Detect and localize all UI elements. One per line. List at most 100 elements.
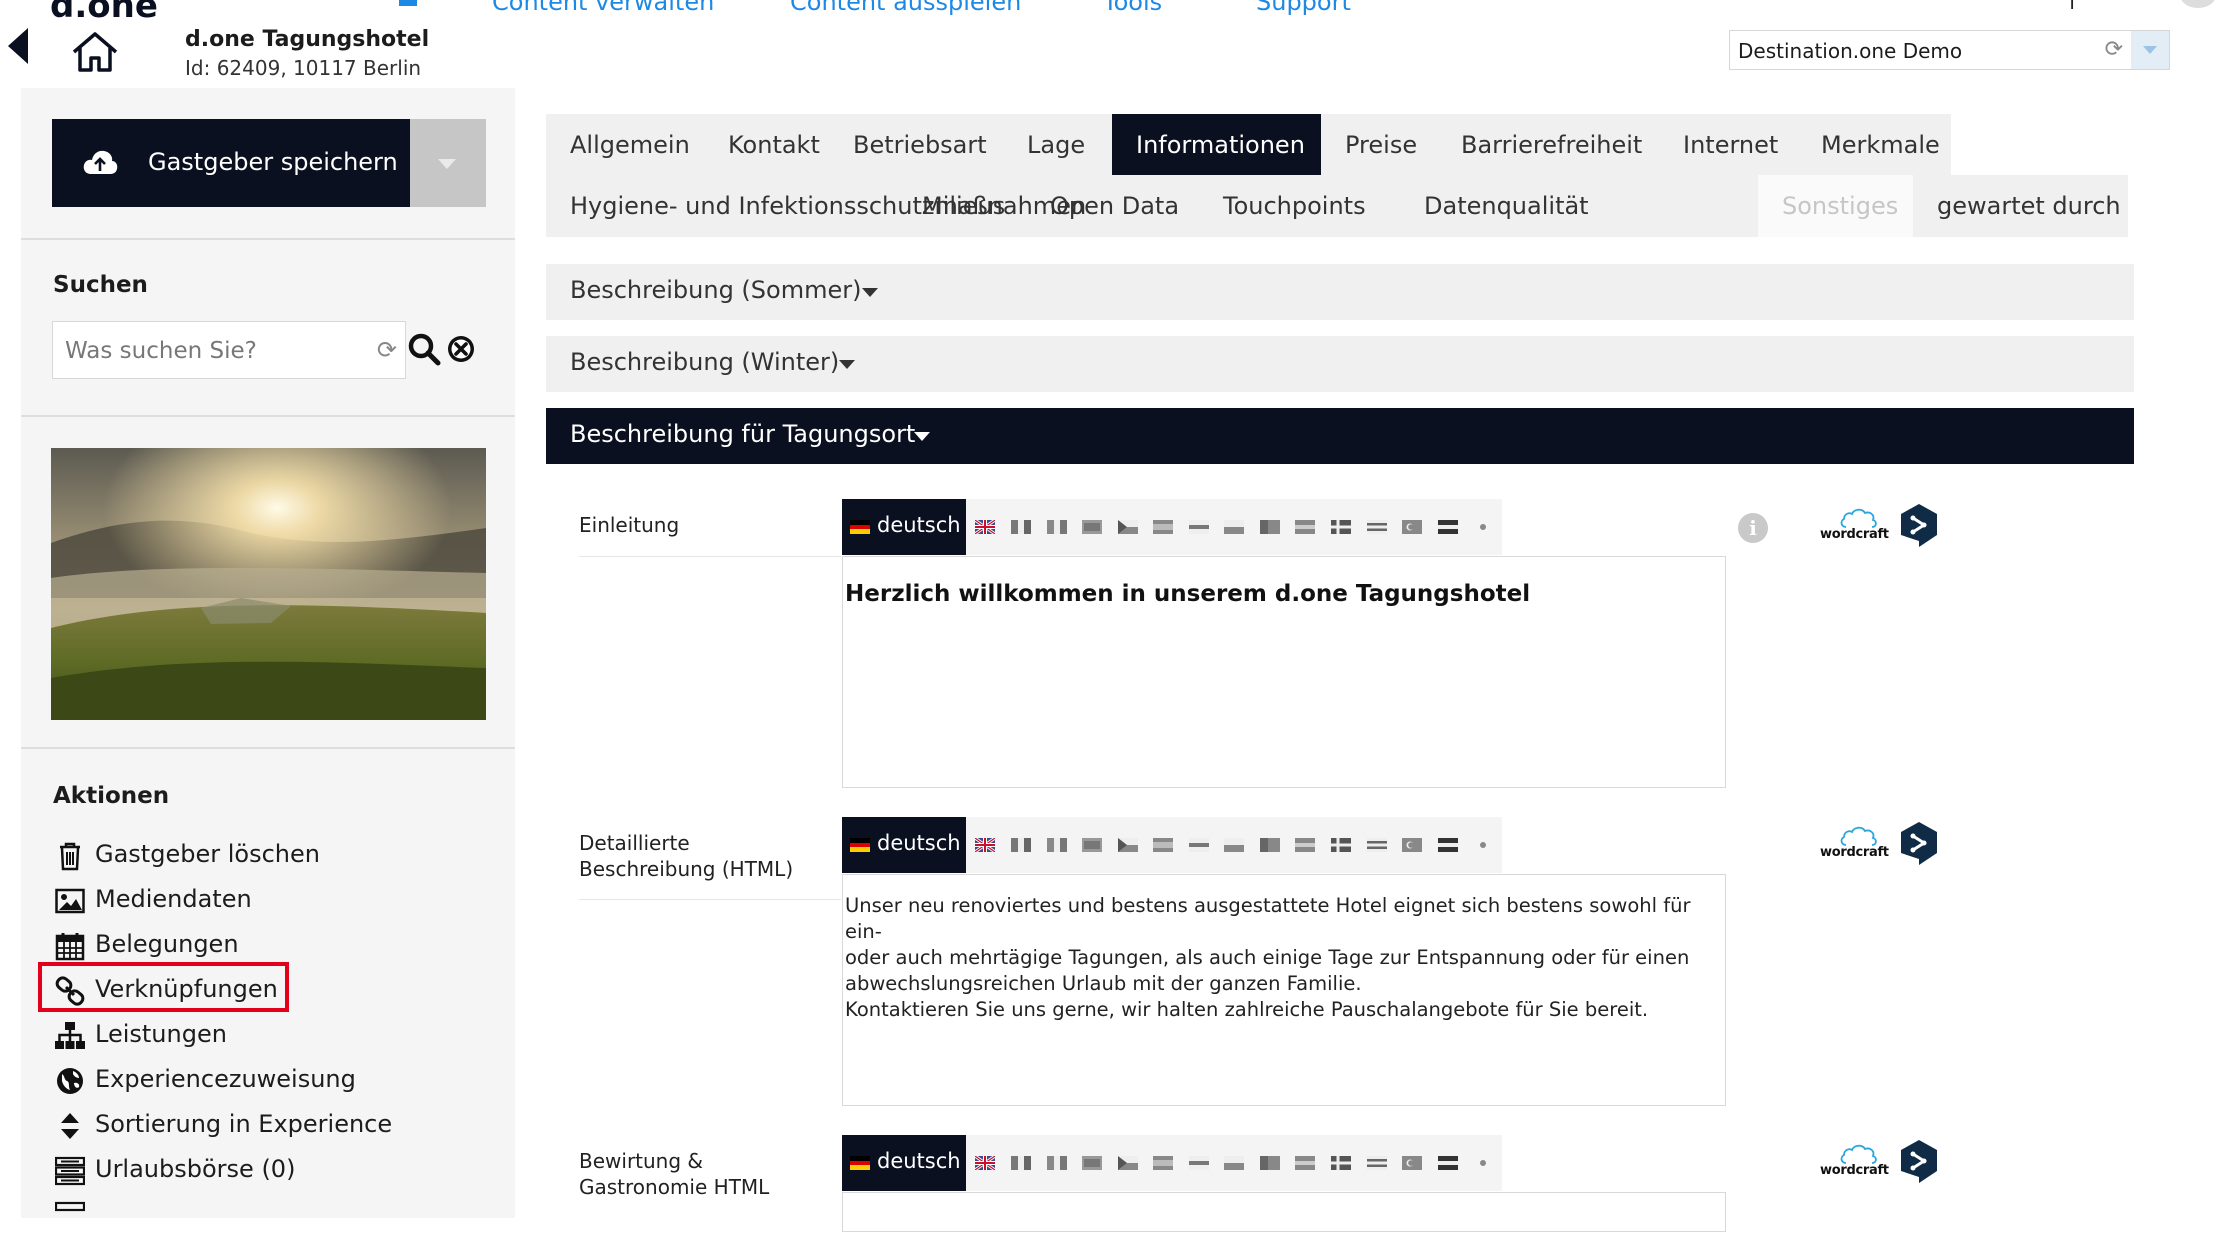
flag-hr-icon[interactable] <box>1438 520 1458 534</box>
accordion-summer[interactable]: Beschreibung (Sommer) <box>546 264 2134 320</box>
clear-search-icon[interactable] <box>444 332 478 366</box>
nav-support[interactable]: Support <box>1256 0 1351 16</box>
home-icon[interactable] <box>70 30 120 74</box>
language-tab-deutsch[interactable]: deutsch <box>842 817 966 873</box>
destination-select[interactable]: Destination.one Demo ⟳ <box>1729 30 2170 70</box>
tab-informationen[interactable]: Informationen <box>1112 114 1321 176</box>
info-icon[interactable]: i <box>1738 513 1768 543</box>
flag-fr-icon[interactable] <box>1011 1156 1031 1170</box>
flag-tr-icon[interactable] <box>1402 520 1422 534</box>
flag-ru-icon[interactable] <box>1189 520 1209 534</box>
tab-open-data[interactable]: Open Data <box>1026 175 1203 237</box>
flag-nl-icon[interactable] <box>1082 520 1102 534</box>
more-languages-icon[interactable] <box>1473 520 1493 534</box>
chevron-down-icon[interactable] <box>2131 31 2169 69</box>
host-photo[interactable] <box>51 448 486 720</box>
nav-content-ausspielen[interactable]: Content ausspielen <box>790 0 1021 16</box>
save-host-label: Gastgeber speichern <box>148 148 398 176</box>
app-logo[interactable]: d.one <box>50 0 158 26</box>
tab-merkmale[interactable]: Merkmale <box>1797 114 1964 176</box>
flag-it-icon[interactable] <box>1047 520 1067 534</box>
flag-nl-icon[interactable] <box>1082 838 1102 852</box>
flag-dk-icon[interactable] <box>1331 520 1351 534</box>
flag-fr-icon[interactable] <box>1011 838 1031 852</box>
search-input[interactable] <box>53 322 367 380</box>
flag-it-icon[interactable] <box>1047 1156 1067 1170</box>
flag-es-icon[interactable] <box>1153 520 1173 534</box>
deepl-translate-icon[interactable] <box>1899 1139 1939 1185</box>
flag-se-icon[interactable] <box>1367 520 1387 534</box>
language-tab-deutsch[interactable]: deutsch <box>842 499 966 555</box>
flag-cz-icon[interactable] <box>1118 1156 1138 1170</box>
tab-kontakt[interactable]: Kontakt <box>704 114 844 176</box>
nav-content-verwalten[interactable]: Content verwalten <box>492 0 714 16</box>
accordion-conference-venue[interactable]: Beschreibung für Tagungsort <box>546 408 2134 464</box>
field-separator <box>579 556 841 557</box>
tab-lage[interactable]: Lage <box>1003 114 1109 176</box>
tab-gewartet-durch[interactable]: gewartet durch <box>1913 175 2145 237</box>
language-label: deutsch <box>877 513 961 537</box>
flag-fr-icon[interactable] <box>1011 520 1031 534</box>
flag-pt-icon[interactable] <box>1260 838 1280 852</box>
flag-pl-icon[interactable] <box>1224 1156 1244 1170</box>
more-languages-icon[interactable] <box>1473 1156 1493 1170</box>
back-arrow-icon[interactable] <box>8 28 28 64</box>
deepl-translate-icon[interactable] <box>1899 503 1939 549</box>
tab-internet[interactable]: Internet <box>1659 114 1802 176</box>
flag-cz-icon[interactable] <box>1118 520 1138 534</box>
user-avatar[interactable] <box>2180 0 2216 8</box>
flag-pl-icon[interactable] <box>1224 838 1244 852</box>
flag-en-icon[interactable] <box>975 838 995 852</box>
nav-tools[interactable]: Tools <box>1103 0 1162 16</box>
cloud-icon <box>1840 826 1877 846</box>
flag-dk-icon[interactable] <box>1331 1156 1351 1170</box>
flag-ru-icon[interactable] <box>1189 1156 1209 1170</box>
flag-dk-icon[interactable] <box>1331 838 1351 852</box>
flag-tr-icon[interactable] <box>1402 838 1422 852</box>
flag-pt-icon[interactable] <box>1260 1156 1280 1170</box>
flag-pl-icon[interactable] <box>1224 520 1244 534</box>
refresh-icon[interactable]: ⟳ <box>2105 37 2123 62</box>
flag-hu-icon[interactable] <box>1295 520 1315 534</box>
tab-sonstiges[interactable]: Sonstiges <box>1758 175 1913 237</box>
flag-se-icon[interactable] <box>1367 1156 1387 1170</box>
tab-datenqualitaet[interactable]: Datenqualität <box>1400 175 1613 237</box>
deepl-translate-icon[interactable] <box>1899 821 1939 867</box>
flag-en-icon[interactable] <box>975 1156 995 1170</box>
language-tab-deutsch[interactable]: deutsch <box>842 1135 966 1191</box>
action-label: Gastgeber löschen <box>95 840 320 868</box>
wordcraft-button[interactable]: wordcraft <box>1820 508 1892 544</box>
accordion-winter[interactable]: Beschreibung (Winter) <box>546 336 2134 392</box>
flag-se-icon[interactable] <box>1367 838 1387 852</box>
gastronomy-editor[interactable] <box>842 1192 1726 1232</box>
flag-hu-icon[interactable] <box>1295 1156 1315 1170</box>
flag-hr-icon[interactable] <box>1438 1156 1458 1170</box>
flag-es-icon[interactable] <box>1153 1156 1173 1170</box>
tab-betriebsart[interactable]: Betriebsart <box>829 114 1011 176</box>
refresh-icon[interactable]: ⟳ <box>377 336 397 364</box>
intro-editor[interactable]: Herzlich willkommen in unserem d.one Tag… <box>842 556 1726 788</box>
more-languages-icon[interactable] <box>1473 838 1493 852</box>
save-host-button[interactable]: Gastgeber speichern <box>52 119 410 207</box>
flag-es-icon[interactable] <box>1153 838 1173 852</box>
flag-pt-icon[interactable] <box>1260 520 1280 534</box>
wordcraft-button[interactable]: wordcraft <box>1820 1144 1892 1180</box>
flag-hu-icon[interactable] <box>1295 838 1315 852</box>
flag-tr-icon[interactable] <box>1402 1156 1422 1170</box>
flag-ru-icon[interactable] <box>1189 838 1209 852</box>
arrow-up-icon[interactable]: ↑ <box>2063 0 2081 15</box>
wordcraft-button[interactable]: wordcraft <box>1820 826 1892 862</box>
tab-milieus[interactable]: Milieus <box>898 175 1029 237</box>
detailed-description-editor[interactable]: Unser neu renoviertes und bestens ausges… <box>842 874 1726 1106</box>
flag-hr-icon[interactable] <box>1438 838 1458 852</box>
flag-cz-icon[interactable] <box>1118 838 1138 852</box>
flag-it-icon[interactable] <box>1047 838 1067 852</box>
search-icon[interactable] <box>407 332 441 366</box>
save-dropdown-toggle[interactable] <box>410 119 486 207</box>
tab-barrierefreiheit[interactable]: Barrierefreiheit <box>1437 114 1666 176</box>
tab-touchpoints[interactable]: Touchpoints <box>1199 175 1390 237</box>
flag-nl-icon[interactable] <box>1082 1156 1102 1170</box>
flag-en-icon[interactable] <box>975 520 995 534</box>
tab-preise[interactable]: Preise <box>1321 114 1441 176</box>
tab-allgemein[interactable]: Allgemein <box>546 114 714 176</box>
